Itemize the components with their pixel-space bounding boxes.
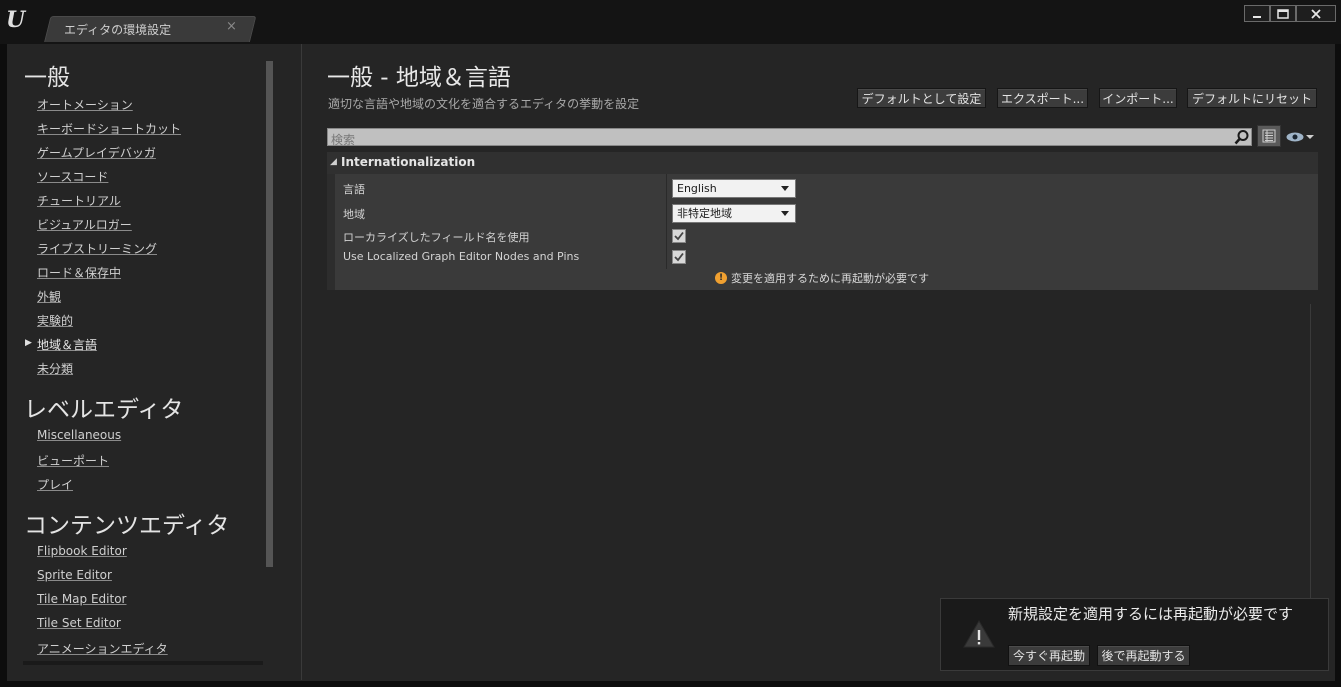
sidebar-item-keyboard-shortcuts[interactable]: キーボードショートカット — [37, 120, 181, 137]
sidebar-item-tutorials[interactable]: チュートリアル — [37, 192, 121, 209]
chevron-down-icon — [781, 211, 789, 216]
page-description: 適切な言語や地域の文化を適合するエディタの挙動を設定 — [328, 97, 640, 111]
sidebar-item-region-language[interactable]: 地域＆言語 — [37, 336, 97, 353]
region-label: 地域 — [343, 208, 365, 221]
sidebar-item-experimental[interactable]: 実験的 — [37, 312, 73, 329]
search-input[interactable] — [328, 132, 1208, 148]
checkmark-icon — [674, 252, 684, 262]
sidebar-item-automation[interactable]: オートメーション — [37, 96, 133, 113]
restart-now-button[interactable]: 今すぐ再起動 — [1008, 645, 1090, 666]
sidebar-item-tile-set-editor[interactable]: Tile Set Editor — [37, 616, 121, 630]
restart-warning-text: 変更を適用するために再起動が必要です — [731, 272, 929, 285]
maximize-icon — [1277, 8, 1289, 19]
section-title: Internationalization — [341, 155, 476, 169]
tab-editor-preferences[interactable]: エディタの環境設定 × — [48, 16, 248, 42]
list-view-button[interactable] — [1257, 125, 1281, 147]
localized-graph-nodes-label: Use Localized Graph Editor Nodes and Pin… — [343, 250, 580, 263]
category-general-title: 一般 — [24, 65, 70, 91]
internationalization-section: ◢ Internationalization 言語 English 地域 非特定… — [327, 152, 1318, 290]
checkmark-icon — [674, 231, 684, 241]
category-level-editor-title: レベルエディタ — [24, 397, 184, 423]
localized-field-names-label: ローカライズしたフィールド名を使用 — [343, 231, 530, 244]
minimize-button[interactable] — [1244, 5, 1270, 22]
region-value: 非特定地域 — [677, 207, 732, 220]
view-options-button[interactable] — [1285, 128, 1319, 146]
restart-later-button[interactable]: 後で再起動する — [1097, 645, 1190, 666]
search-icon[interactable] — [1233, 129, 1251, 145]
reset-to-defaults-button[interactable]: デフォルトにリセット — [1187, 88, 1317, 108]
tab-label: エディタの環境設定 — [64, 23, 172, 37]
localized-graph-nodes-checkbox[interactable] — [672, 250, 686, 264]
section-header[interactable]: ◢ Internationalization — [327, 152, 1318, 174]
sidebar-item-appearance[interactable]: 外観 — [37, 288, 61, 305]
set-as-default-button[interactable]: デフォルトとして設定 — [857, 88, 986, 108]
category-content-editors-title: コンテンツエディタ — [24, 513, 230, 539]
maximize-button[interactable] — [1270, 5, 1296, 22]
sidebar-scrollbar[interactable] — [266, 61, 273, 567]
chevron-down-icon — [781, 186, 789, 191]
panel-divider[interactable] — [301, 44, 302, 680]
sidebar-item-sprite-editor[interactable]: Sprite Editor — [37, 568, 112, 582]
chevron-down-icon — [1306, 135, 1314, 139]
main-panel: 一般 オートメーション キーボードショートカット ゲームプレイデバッガ ソースコ… — [7, 44, 1335, 681]
sidebar-item-viewports[interactable]: ビューポート — [37, 452, 109, 469]
export-button[interactable]: エクスポート... — [997, 88, 1088, 108]
property-rows: 言語 English 地域 非特定地域 ローカライズしたフィールド名を使用 Us… — [335, 174, 1318, 290]
import-button[interactable]: インポート... — [1099, 88, 1177, 108]
active-item-arrow-icon: ▶ — [25, 338, 32, 348]
sidebar-item-live-streaming[interactable]: ライブストリーミング — [37, 240, 157, 257]
close-icon — [1311, 8, 1321, 19]
sidebar-item-tile-map-editor[interactable]: Tile Map Editor — [37, 592, 126, 606]
sidebar-item-source-code[interactable]: ソースコード — [37, 168, 108, 185]
search-bar — [327, 128, 1252, 148]
language-label: 言語 — [343, 183, 365, 196]
region-dropdown[interactable]: 非特定地域 — [672, 204, 796, 223]
unreal-logo-icon: U — [6, 7, 26, 33]
page-title: 一般 - 地域＆言語 — [327, 65, 511, 91]
restart-notification: 新規設定を適用するには再起動が必要です 今すぐ再起動 後で再起動する — [940, 598, 1329, 671]
sidebar-item-play[interactable]: プレイ — [37, 476, 73, 493]
sidebar-item-visual-logger[interactable]: ビジュアルロガー — [37, 216, 132, 233]
restart-warning: ! 変更を適用するために再起動が必要です — [715, 270, 929, 286]
notification-text: 新規設定を適用するには再起動が必要です — [1008, 605, 1294, 623]
sidebar-item-loading-saving[interactable]: ロード＆保存中 — [37, 264, 121, 281]
warning-icon — [963, 619, 995, 649]
column-divider[interactable] — [666, 174, 667, 269]
sidebar-item-flipbook-editor[interactable]: Flipbook Editor — [37, 544, 127, 558]
warning-icon: ! — [715, 272, 727, 284]
sidebar-item-uncategorized[interactable]: 未分類 — [37, 360, 73, 377]
sidebar-item-gameplay-debugger[interactable]: ゲームプレイデバッガ — [37, 144, 156, 161]
window-controls — [1244, 5, 1336, 22]
collapse-arrow-icon[interactable]: ◢ — [330, 157, 337, 167]
content-scroll-edge — [1310, 304, 1311, 604]
minimize-icon — [1253, 15, 1261, 18]
sidebar-bottom-edge — [23, 661, 263, 665]
language-value: English — [677, 182, 717, 195]
settings-sidebar: 一般 オートメーション キーボードショートカット ゲームプレイデバッガ ソースコ… — [7, 44, 279, 665]
sidebar-item-miscellaneous[interactable]: Miscellaneous — [37, 428, 121, 442]
close-window-button[interactable] — [1296, 5, 1336, 22]
eye-icon — [1286, 132, 1304, 142]
language-dropdown[interactable]: English — [672, 179, 796, 198]
title-bar: U エディタの環境設定 × — [0, 0, 1341, 44]
list-view-icon — [1262, 129, 1276, 143]
localized-field-names-checkbox[interactable] — [672, 229, 686, 243]
sidebar-item-animation-editor[interactable]: アニメーションエディタ — [37, 640, 168, 657]
tab-close-icon[interactable]: × — [226, 19, 237, 34]
